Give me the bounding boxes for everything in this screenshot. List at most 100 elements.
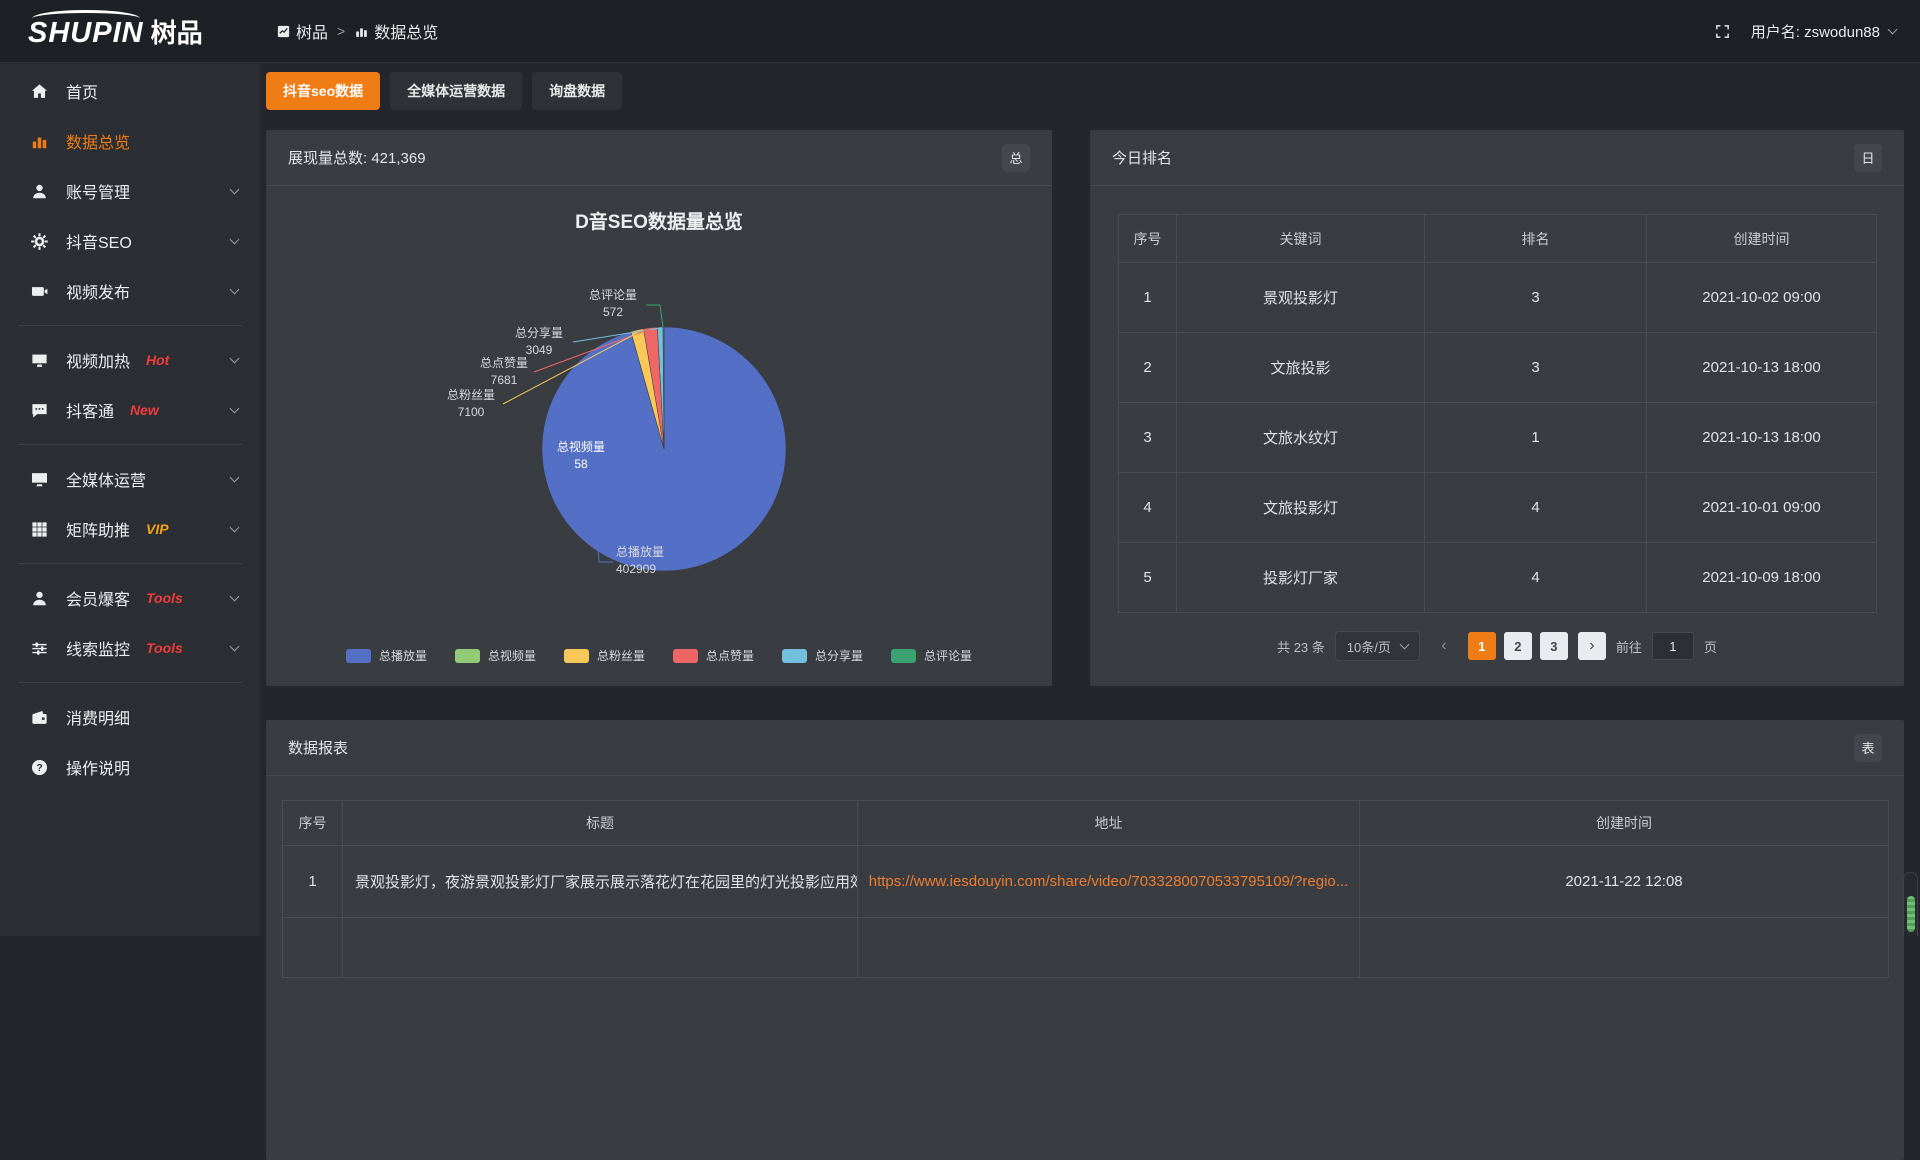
sidebar-item-video-heat[interactable]: 视频加热Hot <box>0 335 260 385</box>
sidebar-item-video-publish[interactable]: 视频发布 <box>0 266 260 316</box>
legend-item[interactable]: 总粉丝量 <box>564 647 645 664</box>
sidebar-item-help[interactable]: ?操作说明 <box>0 742 260 792</box>
page-button-1[interactable]: 1 <box>1468 632 1496 660</box>
sidebar-item-overview[interactable]: 数据总览 <box>0 116 260 166</box>
chart-legend: 总播放量 总视频量 总粉丝量 总点赞量 总分享量 总评论量 <box>266 647 1052 664</box>
sidebar-item-badge: New <box>130 402 159 418</box>
table-cell: 1 <box>283 846 343 918</box>
table-cell <box>343 918 858 978</box>
table-row: 3文旅水纹灯12021-10-13 18:00 <box>1119 403 1877 473</box>
table-cell <box>283 918 343 978</box>
report-link[interactable]: https://www.iesdouyin.com/share/video/70… <box>869 873 1349 890</box>
seo-panel-header: 展现量总数: 421,369 总 <box>266 130 1052 186</box>
table-row: 5投影灯厂家42021-10-09 18:00 <box>1119 543 1877 613</box>
tab-douyin-seo-data[interactable]: 抖音seo数据 <box>266 72 380 110</box>
title-cell: 景观投影灯，夜游景观投影灯厂家展示展示落花灯在花园里的灯光投影应用效果 # <box>343 846 858 918</box>
goto-page-input[interactable] <box>1652 632 1694 660</box>
svg-text:?: ? <box>36 763 42 774</box>
report-table: 序号标题地址创建时间 1景观投影灯，夜游景观投影灯厂家展示展示落花灯在花园里的灯… <box>282 800 1889 978</box>
fullscreen-icon[interactable] <box>1714 23 1731 40</box>
legend-item[interactable]: 总视频量 <box>455 647 536 664</box>
prev-page-button[interactable]: ‹ <box>1430 632 1458 660</box>
page-size-select[interactable]: 10条/页 <box>1335 631 1420 661</box>
table-row: 4文旅投影灯42021-10-01 09:00 <box>1119 473 1877 543</box>
chevron-down-icon <box>1888 25 1898 35</box>
breadcrumb-current-label: 数据总览 <box>374 19 438 43</box>
ranking-panel-header: 今日排名 日 <box>1090 130 1904 186</box>
table-header-row: 序号关键词排名创建时间 <box>1119 215 1877 263</box>
header-right: 用户名: zswodun88 <box>1714 21 1896 42</box>
sidebar-item-label: 消费明细 <box>66 705 130 729</box>
sidebar-item-doukertong[interactable]: 抖客通New <box>0 385 260 435</box>
sidebar-item-home[interactable]: 首页 <box>0 66 260 116</box>
table-cell: 文旅投影 <box>1177 333 1425 403</box>
report-panel-header: 数据报表 表 <box>266 720 1904 776</box>
sidebar-item-douyin-seo[interactable]: 抖音SEO <box>0 216 260 266</box>
scrollbar-thumb[interactable] <box>1907 896 1915 932</box>
next-page-button[interactable]: › <box>1578 632 1606 660</box>
sidebar-item-member-baoke[interactable]: 会员爆客 Tools <box>0 573 260 623</box>
chevron-down-icon <box>230 473 240 483</box>
person-icon <box>30 589 49 608</box>
video-icon <box>30 282 49 301</box>
page-button-3[interactable]: 3 <box>1540 632 1568 660</box>
page-buttons: 123 <box>1468 632 1568 660</box>
total-view-button[interactable]: 总 <box>1002 144 1030 172</box>
table-row: 1景观投影灯，夜游景观投影灯厂家展示展示落花灯在花园里的灯光投影应用效果 # ht… <box>283 846 1889 918</box>
total-count-label: 共 23 条 <box>1277 637 1325 656</box>
legend-swatch <box>891 649 916 663</box>
chevron-down-icon <box>230 354 240 364</box>
pie-label-fans: 总粉丝量7100 <box>438 387 504 421</box>
pie-label-likes: 总点赞量7681 <box>471 355 537 389</box>
legend-item[interactable]: 总播放量 <box>346 647 427 664</box>
sidebar-item-matrix-boost[interactable]: 矩阵助推VIP <box>0 504 260 554</box>
legend-label: 总播放量 <box>379 647 427 664</box>
legend-label: 总分享量 <box>815 647 863 664</box>
user-menu[interactable]: 用户名: zswodun88 <box>1751 21 1896 42</box>
chevron-down-icon <box>230 235 240 245</box>
breadcrumb: 树品 > 数据总览 <box>276 19 438 43</box>
legend-swatch <box>782 649 807 663</box>
sidebar-item-expense-detail[interactable]: 消费明细 <box>0 692 260 742</box>
table-cell: 2 <box>1119 333 1177 403</box>
logo-text-cn: 树品 <box>151 13 203 50</box>
sidebar-item-label: 数据总览 <box>66 129 130 153</box>
table-view-button[interactable]: 表 <box>1854 734 1882 762</box>
seo-overview-panel: 展现量总数: 421,369 总 D音SEO数据量总览 总评论量572 总分享量… <box>266 130 1052 686</box>
grid-icon <box>30 520 49 539</box>
legend-item[interactable]: 总分享量 <box>782 647 863 664</box>
pie-chart-area: D音SEO数据量总览 总评论量572 总分享量3049 总点赞量7681 总粉丝… <box>266 187 1052 686</box>
table-cell: 4 <box>1425 473 1647 543</box>
sidebar-item-clue-monitor[interactable]: 线索监控Tools <box>0 623 260 673</box>
sidebar: 首页数据总览账号管理抖音SEO视频发布视频加热Hot抖客通New全媒体运营矩阵助… <box>0 64 260 936</box>
table-header-row: 序号标题地址创建时间 <box>283 801 1889 846</box>
sidebar-item-label: 会员爆客 <box>66 586 130 610</box>
ranking-title: 今日排名 <box>1112 147 1172 168</box>
sidebar-item-label: 视频发布 <box>66 279 130 303</box>
legend-swatch <box>673 649 698 663</box>
main-content: 抖音seo数据全媒体运营数据询盘数据 展现量总数: 421,369 总 D音SE… <box>260 64 1920 936</box>
sidebar-item-label: 矩阵助推 <box>66 517 130 541</box>
table-cell: 1 <box>1425 403 1647 473</box>
tab-inquiry-data[interactable]: 询盘数据 <box>532 72 622 110</box>
sidebar-item-account[interactable]: 账号管理 <box>0 166 260 216</box>
page-button-2[interactable]: 2 <box>1504 632 1532 660</box>
data-tabs: 抖音seo数据全媒体运营数据询盘数据 <box>266 72 622 110</box>
ranking-table-area: 序号关键词排名创建时间 1景观投影灯32021-10-02 09:002文旅投影… <box>1090 186 1904 661</box>
scrollbar[interactable] <box>1903 872 1918 936</box>
breadcrumb-home[interactable]: 树品 <box>276 19 328 43</box>
bar-chart-icon <box>354 24 369 39</box>
legend-item[interactable]: 总点赞量 <box>673 647 754 664</box>
table-cell: 2021-10-01 09:00 <box>1647 473 1877 543</box>
report-title: 数据报表 <box>288 737 348 758</box>
legend-item[interactable]: 总评论量 <box>891 647 972 664</box>
table-cell <box>1360 918 1889 978</box>
day-view-button[interactable]: 日 <box>1854 144 1882 172</box>
tab-media-ops-data[interactable]: 全媒体运营数据 <box>390 72 522 110</box>
table-row: 1景观投影灯32021-10-02 09:00 <box>1119 263 1877 333</box>
table-cell: 3 <box>1119 403 1177 473</box>
sidebar-item-media-ops[interactable]: 全媒体运营 <box>0 454 260 504</box>
sidebar-item-badge: Tools <box>146 590 183 606</box>
app-logo: SHUPIN 树品 <box>0 13 260 50</box>
legend-label: 总评论量 <box>924 647 972 664</box>
